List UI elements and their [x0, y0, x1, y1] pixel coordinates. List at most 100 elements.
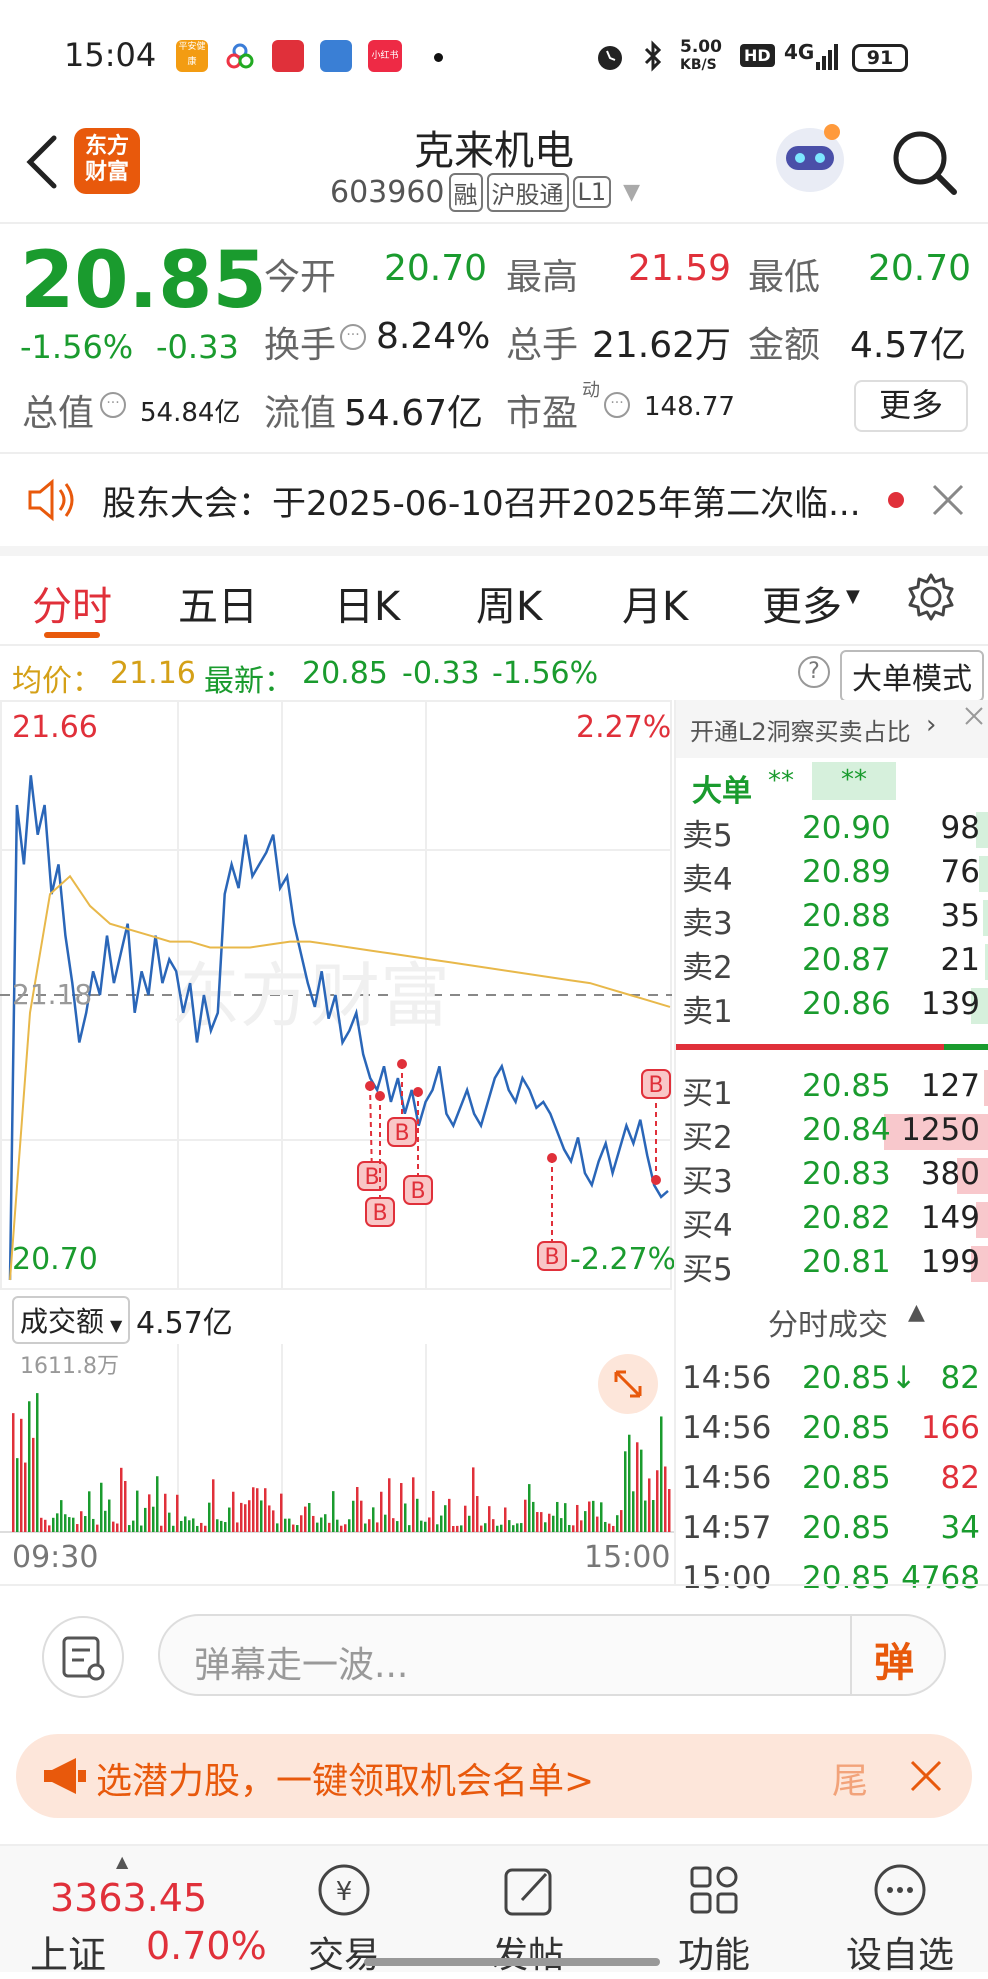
volume-value: 21.62万	[592, 325, 732, 366]
open-value: 20.70	[384, 248, 488, 289]
level1-badge: L1	[572, 176, 612, 208]
volume-label: 总手	[506, 325, 579, 366]
volume-bar	[200, 1522, 203, 1532]
pe-label: 市盈	[506, 393, 579, 434]
volume-bar	[540, 1512, 543, 1532]
volume-bar	[444, 1505, 447, 1532]
volume-bar	[108, 1499, 111, 1532]
nav-add-watchlist[interactable]: 设自选	[830, 1850, 970, 1976]
volume-bar	[308, 1503, 311, 1532]
promo-tail: 尾	[832, 1761, 869, 1802]
help-icon[interactable]: ?	[798, 656, 830, 688]
volume-bar	[24, 1462, 27, 1532]
nav-trade[interactable]: ¥ 交易	[274, 1850, 414, 1976]
ask-price: 20.90	[802, 810, 891, 846]
volume-bar	[112, 1521, 115, 1532]
bid-volume: 149	[920, 1200, 980, 1236]
expand-icon[interactable]	[598, 1354, 658, 1414]
amount-value: 4.57亿	[850, 325, 967, 366]
bid-price: 20.85	[802, 1068, 891, 1104]
volume-bar	[92, 1518, 95, 1532]
l2-banner[interactable]: 开通L2洞察买卖占比 ›	[676, 700, 988, 758]
volume-bar	[592, 1500, 595, 1532]
index-ticker[interactable]: ▲ 3363.45 上证 0.70%	[0, 1846, 267, 1977]
tab-monthly-k[interactable]: 月K	[622, 574, 688, 632]
tab-more[interactable]: 更多	[762, 574, 842, 632]
volume-bar	[32, 1437, 35, 1532]
robot-assistant-icon[interactable]	[772, 118, 848, 198]
search-icon[interactable]	[890, 128, 960, 198]
nav-functions[interactable]: 功能	[644, 1850, 784, 1976]
intraday-chart[interactable]: 东方财富 B B B B B B 21.66 2.27% 21.18 20.70 -2.27…	[0, 700, 676, 1294]
volume-bar	[404, 1503, 407, 1532]
info-dots-icon[interactable]: ···	[340, 324, 366, 350]
volume-type-select[interactable]: 成交额 ▼	[12, 1296, 131, 1344]
close-icon[interactable]	[930, 482, 966, 522]
ask-ratio-fill	[944, 1044, 988, 1050]
volume-bar	[364, 1523, 367, 1532]
bid-volume: 199	[920, 1244, 980, 1280]
signal-4g-icon: 4G	[784, 40, 815, 64]
big-order-mode-button[interactable]: 大单模式	[840, 650, 984, 702]
bluetooth-icon	[642, 40, 664, 76]
volume-bar	[60, 1500, 63, 1532]
index-percent: 0.70%	[146, 1924, 267, 1968]
volume-bar	[556, 1501, 559, 1532]
danmaku-send-button[interactable]: 弹	[874, 1630, 914, 1688]
more-button[interactable]: 更多	[854, 380, 968, 432]
volume-bar	[396, 1521, 399, 1532]
volume-bar	[172, 1525, 175, 1532]
danmaku-toggle-icon[interactable]	[42, 1616, 124, 1698]
volume-bar	[368, 1519, 371, 1532]
info-dots-icon[interactable]: ···	[604, 392, 630, 418]
megaphone-icon	[42, 1756, 88, 1800]
volume-bar	[648, 1478, 651, 1532]
volume-chart[interactable]: 成交额 ▼ 4.57亿 1611.8万 09:30 15:00	[0, 1294, 674, 1584]
volume-bar	[552, 1515, 555, 1532]
volume-bar	[16, 1458, 19, 1532]
stock-code-row: 603960 融 沪股通 L1 ▼	[330, 172, 640, 212]
tab-intraday[interactable]: 分时	[32, 574, 112, 632]
promo-banner[interactable]: 选潜力股，一键领取机会名单> 尾	[16, 1734, 972, 1818]
volume-bar	[508, 1520, 511, 1532]
tick-trades[interactable]: 分时成交 ▲ 14:56 20.85↓ 82 14:56 20.85 166 14:…	[674, 1294, 988, 1596]
series-line-avg	[9, 874, 671, 1281]
volume-bar	[72, 1517, 75, 1532]
volume-bar	[184, 1516, 187, 1532]
red-app-icon	[272, 40, 304, 72]
chevron-down-icon[interactable]: ▼	[623, 180, 640, 205]
volume-bar	[80, 1511, 83, 1532]
y-label-top: 21.66	[12, 710, 98, 745]
volume-bar	[544, 1522, 547, 1532]
latest-value: 20.85	[302, 656, 388, 691]
nav-post[interactable]: 发帖	[458, 1850, 598, 1976]
volume-bar	[428, 1517, 431, 1532]
close-icon[interactable]	[908, 1758, 944, 1798]
volume-bar	[244, 1504, 247, 1532]
ask-volume-fill	[979, 856, 988, 892]
divider	[0, 1584, 988, 1586]
float-cap-value: 54.67亿	[344, 393, 484, 434]
volume-bar	[384, 1514, 387, 1532]
tick-volume: 82	[940, 1360, 980, 1396]
close-icon[interactable]	[962, 704, 986, 732]
more-notifications-dot	[434, 53, 443, 62]
bid-volume: 380	[920, 1156, 980, 1192]
index-value: 3363.45	[50, 1876, 208, 1920]
volume-bar	[236, 1522, 239, 1532]
ask-volume: 98	[940, 810, 980, 846]
tab-weekly-k[interactable]: 周K	[476, 574, 542, 632]
notice-bar[interactable]: 股东大会：于2025-06-10召开2025年第二次临...	[0, 454, 988, 546]
volume-bar	[280, 1493, 283, 1532]
danmaku-input[interactable]: 弹幕走一波... 弹	[158, 1614, 946, 1696]
low-label: 最低	[748, 257, 821, 298]
gear-icon[interactable]	[906, 572, 956, 626]
xiaohongshu-app-icon: 小红书	[368, 40, 402, 72]
info-dots-icon[interactable]: ···	[100, 392, 126, 418]
volume-bar	[568, 1524, 571, 1532]
tab-daily-k[interactable]: 日K	[334, 574, 400, 632]
ask-price: 20.88	[802, 898, 891, 934]
bid-price: 20.82	[802, 1200, 891, 1236]
bid-price: 20.81	[802, 1244, 891, 1280]
tab-five-day[interactable]: 五日	[178, 574, 258, 632]
